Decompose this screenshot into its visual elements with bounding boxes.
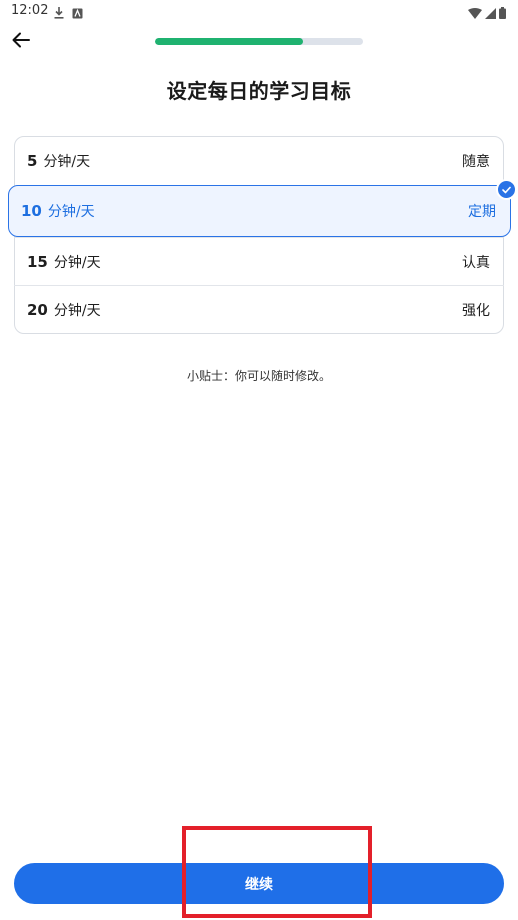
option-minutes: 20	[27, 300, 48, 319]
status-right-icons	[468, 4, 506, 23]
option-15-minutes[interactable]: 15 分钟/天 认真	[14, 237, 504, 285]
option-tag: 定期	[468, 204, 496, 220]
page-title: 设定每日的学习目标	[166, 79, 352, 103]
download-icon	[54, 4, 64, 23]
progress-bar	[155, 38, 363, 45]
tip-text: 小贴士：你可以随时修改。	[186, 369, 331, 383]
progress-fill	[155, 38, 303, 45]
option-unit: 分钟/天	[47, 204, 95, 220]
checkmark-icon	[496, 179, 517, 200]
option-20-minutes[interactable]: 20 分钟/天 强化	[14, 285, 504, 333]
status-left-icons	[54, 4, 83, 23]
option-unit: 分钟/天	[53, 254, 101, 271]
option-5-minutes[interactable]: 5 分钟/天 随意	[14, 137, 504, 185]
cell-signal-icon	[485, 4, 496, 23]
option-tag: 强化	[462, 302, 490, 319]
arrow-left-icon	[12, 32, 30, 52]
option-10-minutes[interactable]: 10 分钟/天 定期	[8, 179, 517, 237]
back-button[interactable]	[8, 30, 34, 54]
continue-button[interactable]: 继续	[14, 863, 504, 904]
option-tag: 随意	[462, 154, 490, 170]
battery-icon	[499, 4, 506, 23]
status-time: 12:02	[11, 3, 49, 18]
option-minutes: 15	[27, 252, 48, 271]
wifi-icon	[468, 4, 482, 23]
option-unit: 分钟/天	[53, 302, 101, 319]
app-notification-icon	[72, 4, 83, 23]
status-bar: 12:02	[0, 0, 518, 22]
option-unit: 分钟/天	[43, 154, 91, 170]
option-minutes: 5	[27, 152, 38, 170]
option-minutes: 10	[21, 202, 42, 220]
option-tag: 认真	[462, 254, 490, 271]
